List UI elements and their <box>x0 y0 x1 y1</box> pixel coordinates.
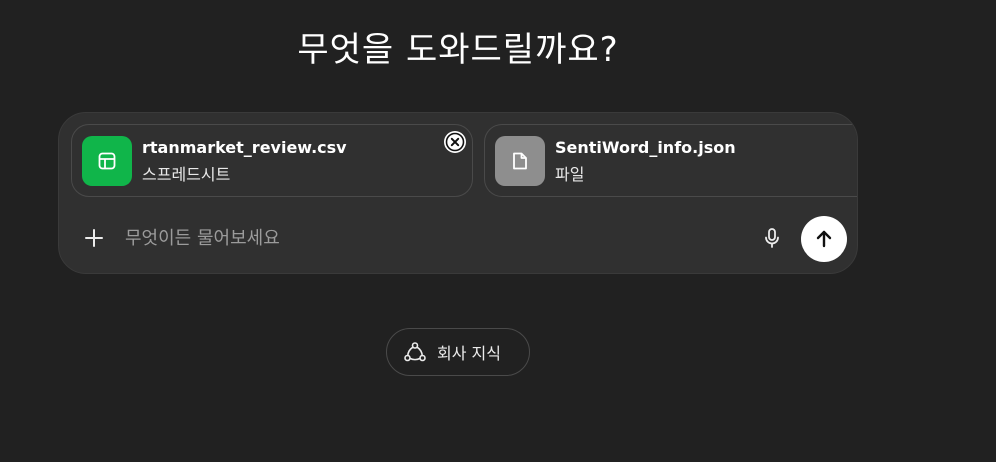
microphone-icon <box>765 228 779 248</box>
chip-label: 회사 지식 <box>437 344 501 363</box>
send-button[interactable] <box>801 216 847 262</box>
close-icon <box>445 132 465 152</box>
attachment-card-csv[interactable]: rtanmarket_review.csv 스프레드시트 <box>71 124 473 197</box>
composer: rtanmarket_review.csv 스프레드시트 SentiWord_i… <box>58 112 858 274</box>
attachment-list: rtanmarket_review.csv 스프레드시트 SentiWord_i… <box>71 124 857 198</box>
attachment-type: 파일 <box>555 165 585 184</box>
company-knowledge-button[interactable]: 회사 지식 <box>386 328 530 376</box>
voice-input-button[interactable] <box>759 225 785 251</box>
input-row <box>59 213 857 263</box>
remove-attachment-button[interactable] <box>444 131 466 153</box>
page: 무엇을 도와드릴까요? rtanmarket_review.csv 스프레드시트 <box>0 0 996 462</box>
arrow-up-icon <box>816 230 832 248</box>
attachment-type: 스프레드시트 <box>142 165 231 184</box>
spreadsheet-icon <box>82 136 132 186</box>
page-title: 무엇을 도와드릴까요? <box>297 30 619 70</box>
attachment-name: rtanmarket_review.csv <box>142 138 347 157</box>
add-attachment-button[interactable] <box>81 225 107 251</box>
plus-icon <box>85 229 103 247</box>
document-icon <box>495 136 545 186</box>
attachment-name: SentiWord_info.json <box>555 138 736 157</box>
attachment-card-json[interactable]: SentiWord_info.json 파일 <box>484 124 857 197</box>
company-knowledge-icon <box>404 342 426 362</box>
prompt-input[interactable] <box>125 221 725 255</box>
